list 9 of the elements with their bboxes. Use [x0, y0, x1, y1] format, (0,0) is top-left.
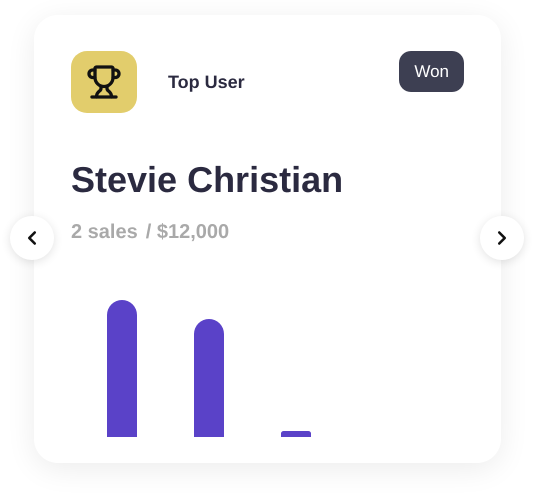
- status-badge: Won: [399, 51, 464, 92]
- previous-button[interactable]: [10, 216, 54, 260]
- trophy-icon: [71, 51, 137, 113]
- sales-count: 2 sales: [71, 220, 138, 245]
- next-button[interactable]: [480, 216, 524, 260]
- bar: [281, 431, 311, 437]
- user-label: Top User: [168, 70, 245, 94]
- user-name: Stevie Christian: [71, 158, 344, 202]
- sales-amount: / $12,000: [146, 220, 230, 245]
